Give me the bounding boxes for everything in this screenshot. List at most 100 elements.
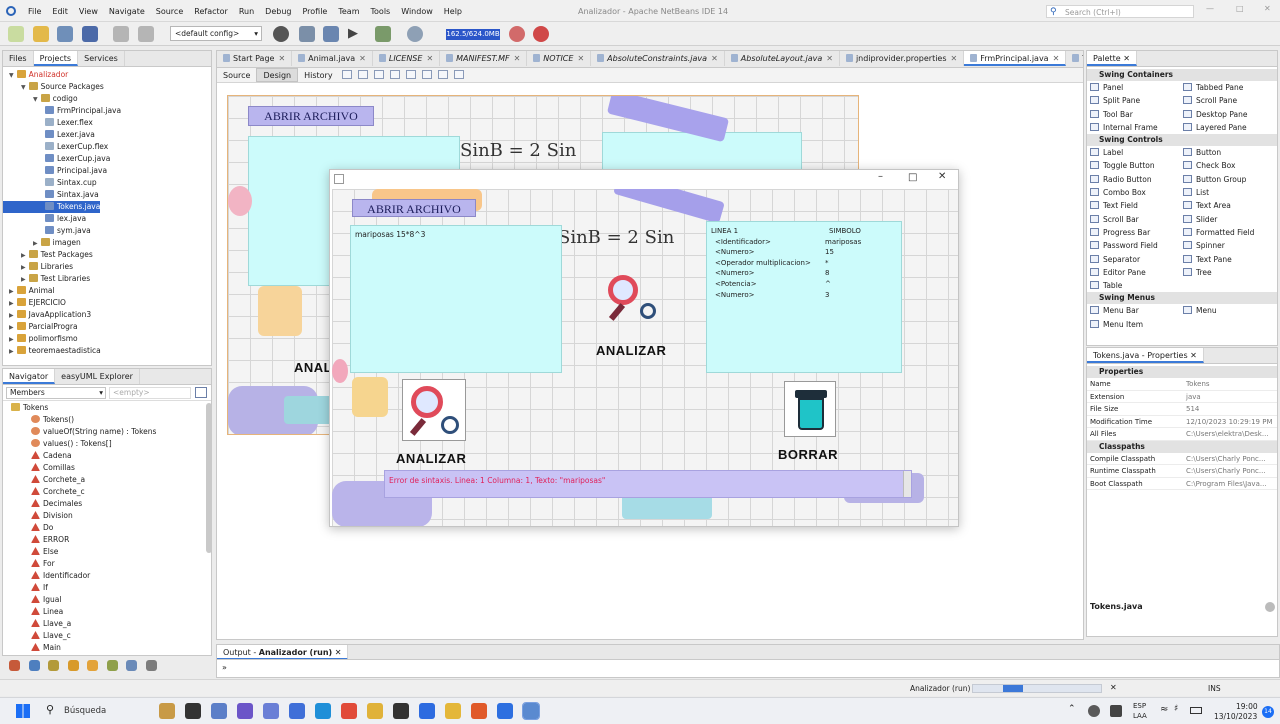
app-maximize-icon[interactable]: □ [908, 172, 917, 183]
tree-item[interactable]: LexerCup.java [3, 153, 211, 165]
tree-item[interactable]: lex.java [3, 213, 211, 225]
debug-icon[interactable] [375, 26, 391, 42]
editor-tab[interactable]: MANIFEST.MF ✕ [440, 51, 528, 66]
tokens-output-area[interactable]: LINEA 1 SIMBOLO <Identificador> mariposas <… [706, 221, 902, 373]
tool-icon-8[interactable] [145, 660, 157, 671]
tree-item[interactable]: ▶ Animal [3, 285, 211, 297]
chevron-down-icon[interactable]: ▶ [9, 300, 14, 307]
palette-item[interactable]: Internal Frame [1090, 121, 1183, 134]
tree-item[interactable]: Tokens.java [3, 201, 101, 213]
menu-profile[interactable]: Profile [302, 7, 327, 16]
design-tool-icon[interactable] [437, 70, 448, 79]
tree-item[interactable]: ▶ JavaApplication3 [3, 309, 211, 321]
tree-item[interactable]: ▶ EJERCICIO [3, 297, 211, 309]
analizar2-button[interactable] [402, 379, 466, 441]
clock-time[interactable]: 19:00 [1236, 702, 1258, 711]
error-output[interactable]: Error de sintaxis. Linea: 1 Columna: 1, … [384, 470, 912, 498]
chevron-right-icon[interactable]: ▶ [21, 264, 26, 271]
tree-item[interactable]: Lexer.flex [3, 117, 211, 129]
clock-date[interactable]: 13/10/2023 [1214, 712, 1257, 721]
menu-help[interactable]: Help [444, 7, 462, 16]
help-icon[interactable] [1265, 602, 1275, 612]
design-tool-icon[interactable] [357, 70, 368, 79]
tab-output[interactable]: Output - Analizador (run) ✕ [217, 645, 349, 659]
tool-icon-6[interactable] [106, 660, 118, 671]
palette-item[interactable]: Layered Pane [1183, 121, 1276, 134]
tree-item[interactable]: Principal.java [3, 165, 211, 177]
run-icon[interactable]: ▶ [348, 26, 358, 41]
borrar-label[interactable]: BORRAR [778, 447, 838, 462]
analizar2-label[interactable]: ANALIZAR [396, 451, 466, 466]
tree-item[interactable]: LexerCup.flex [3, 141, 211, 153]
chevron-right-icon[interactable]: ▼ [21, 84, 26, 91]
design-tool-icon[interactable] [421, 70, 432, 79]
chevron-right-icon[interactable]: ▶ [21, 252, 26, 259]
design-tool-icon[interactable] [341, 70, 352, 79]
volume-icon[interactable]: ♯ [1174, 704, 1178, 714]
subtab-source[interactable]: Source [217, 69, 256, 83]
mail-icon[interactable] [289, 703, 305, 719]
abrir-archivo-button[interactable]: ABRIR ARCHIVO [352, 199, 476, 217]
palette-item[interactable]: Scroll Bar [1090, 213, 1183, 226]
palette-item[interactable]: Button [1183, 146, 1276, 159]
member-item[interactable]: If [3, 582, 211, 594]
folder-icon[interactable] [367, 703, 383, 719]
property-value[interactable]: C:\Users\Charly Ponc... [1184, 453, 1277, 465]
palette-item[interactable]: Menu Item [1090, 318, 1183, 331]
tree-item[interactable]: FrmPrincipal.java [3, 105, 211, 117]
tree-item[interactable]: ▶ Test Packages [3, 249, 211, 261]
navigator-scrollbar[interactable] [206, 403, 212, 553]
menu-team[interactable]: Team [338, 7, 359, 16]
gc-icon[interactable] [509, 26, 525, 42]
palette-item[interactable]: Tree [1183, 266, 1276, 279]
chevron-down-icon[interactable]: ▶ [9, 288, 14, 295]
editor-tab[interactable]: Animal.java ✕ [292, 51, 373, 66]
tab-palette[interactable]: Palette ✕ [1087, 51, 1137, 66]
powerpoint-icon[interactable] [471, 703, 487, 719]
member-item[interactable]: Llave_c [3, 630, 211, 642]
tree-item[interactable]: ▼ Source Packages [3, 81, 211, 93]
property-value[interactable]: 514 [1184, 403, 1277, 415]
tree-item[interactable]: ▶ Test Libraries [3, 273, 211, 285]
property-row[interactable]: All Files C:\Users\elektra\Desk... [1087, 428, 1277, 441]
navigator-options-icon[interactable] [195, 387, 207, 398]
palette-item[interactable]: Scroll Pane [1183, 94, 1276, 107]
palette-section[interactable]: Swing Controls [1087, 134, 1277, 147]
member-item[interactable]: Llave_a [3, 618, 211, 630]
tree-item[interactable]: ▶ Libraries [3, 261, 211, 273]
palette-item[interactable]: List [1183, 186, 1276, 199]
palette-item[interactable]: Desktop Pane [1183, 108, 1276, 121]
menu-refactor[interactable]: Refactor [194, 7, 228, 16]
menu-debug[interactable]: Debug [265, 7, 291, 16]
property-value[interactable]: C:\Program Files\Java... [1184, 478, 1277, 490]
palette-item[interactable]: Combo Box [1090, 186, 1183, 199]
subtab-history[interactable]: History [298, 69, 338, 83]
tray-app-icon[interactable] [1088, 705, 1100, 717]
member-item[interactable]: Identificador [3, 570, 211, 582]
chevron-down-icon[interactable]: ▶ [33, 240, 38, 247]
member-item[interactable]: Cadena [3, 450, 211, 462]
tab-close-icon[interactable]: ✕ [426, 54, 433, 63]
chrome-icon[interactable] [341, 703, 357, 719]
member-item[interactable]: valueOf(String name) : Tokens [3, 426, 211, 438]
palette-section[interactable]: Swing Menus [1087, 292, 1277, 305]
palette-item[interactable]: Label [1090, 146, 1183, 159]
windows-start-icon[interactable] [16, 704, 30, 718]
member-item[interactable]: Tokens() [3, 414, 211, 426]
palette-item[interactable]: Toggle Button [1090, 159, 1183, 172]
chevron-down-icon[interactable]: ▼ [9, 72, 14, 79]
subtab-design[interactable]: Design [256, 68, 299, 82]
edge-icon[interactable] [315, 703, 331, 719]
member-item[interactable]: Corchete_a [3, 474, 211, 486]
file-explorer-icon[interactable] [159, 703, 175, 719]
tab-close-icon[interactable]: ✕ [951, 54, 958, 63]
battery-icon[interactable] [1190, 707, 1202, 714]
profile-icon[interactable] [407, 26, 423, 42]
chevron-down-icon[interactable]: ▶ [9, 312, 14, 319]
property-row[interactable]: Boot Classpath C:\Program Files\Java... [1087, 478, 1277, 490]
tree-item[interactable]: ▶ polimorfismo [3, 333, 211, 345]
visual-studio-icon[interactable] [263, 703, 279, 719]
property-value[interactable]: C:\Users\elektra\Desk... [1184, 428, 1277, 440]
menu-edit[interactable]: Edit [52, 7, 68, 16]
app-close-icon[interactable]: ✕ [938, 171, 946, 182]
